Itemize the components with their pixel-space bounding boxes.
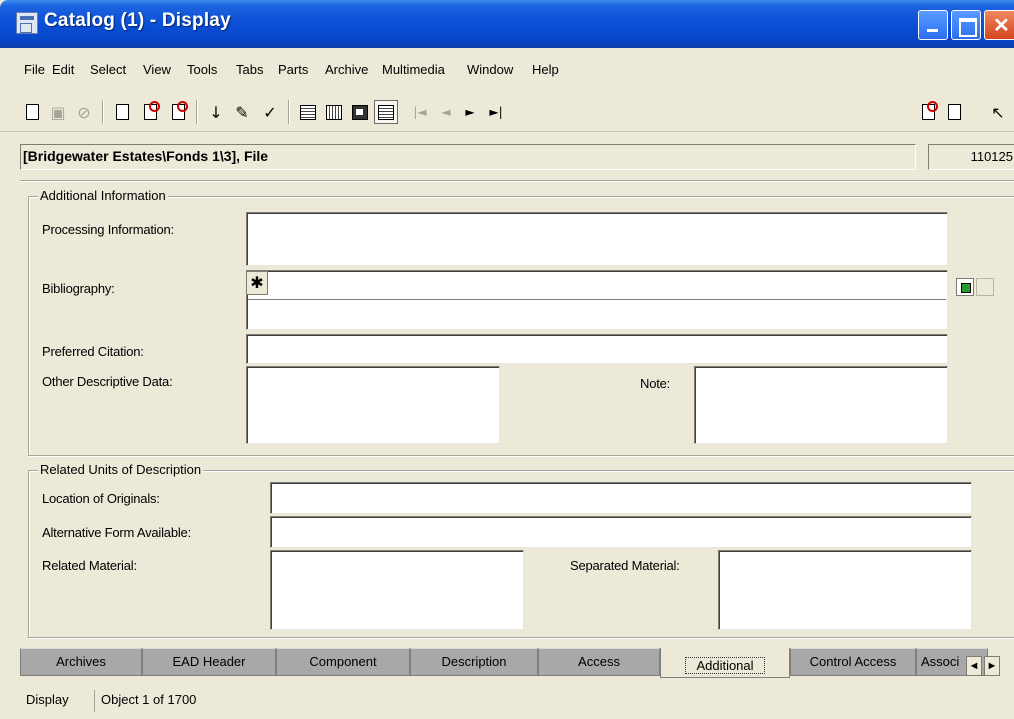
- bibliography-field[interactable]: [246, 270, 948, 330]
- status-bar: Display Object 1 of 1700: [20, 686, 1014, 716]
- related-material-label: Related Material:: [42, 558, 137, 573]
- save-icon[interactable]: ▣: [48, 102, 68, 122]
- new-row-marker-icon: ✱: [246, 271, 268, 295]
- other-descriptive-data-label: Other Descriptive Data:: [42, 374, 173, 389]
- preferred-citation-label: Preferred Citation:: [42, 344, 144, 359]
- spellcheck-icon[interactable]: ✓: [260, 102, 280, 122]
- status-mode: Display: [26, 692, 69, 707]
- list-view-icon[interactable]: [350, 102, 370, 122]
- delete-record-icon[interactable]: [140, 101, 160, 122]
- status-position: Object 1 of 1700: [94, 690, 394, 712]
- separated-material-label: Separated Material:: [570, 558, 680, 573]
- form-view-icon[interactable]: [298, 102, 318, 122]
- previous-record-icon[interactable]: ◄: [436, 102, 456, 122]
- location-of-originals-field[interactable]: [270, 482, 972, 514]
- other-descriptive-data-field[interactable]: [246, 366, 500, 444]
- toolbar: ▣ ⊘ ↓ ✎ ✓ |◄ ◄ ► ►| ↖: [0, 90, 1014, 132]
- new-record-icon[interactable]: [168, 101, 188, 122]
- record-number-box: 110125: [928, 144, 1014, 170]
- tab-label: Component: [309, 654, 377, 669]
- note-field[interactable]: [694, 366, 948, 444]
- tab-control-access[interactable]: Control Access: [790, 648, 916, 676]
- location-of-originals-label: Location of Originals:: [42, 491, 160, 506]
- tab-label: Archives: [56, 654, 106, 669]
- tab-scroll-right-icon[interactable]: ►: [984, 656, 1000, 676]
- minimize-button[interactable]: [918, 10, 948, 40]
- new-icon[interactable]: [22, 102, 42, 122]
- tab-label: Additional: [685, 657, 765, 674]
- divider: [20, 180, 1014, 182]
- copy-icon[interactable]: [944, 102, 964, 122]
- tab-additional[interactable]: Additional: [660, 648, 790, 678]
- edit-icon[interactable]: ✎: [232, 102, 252, 122]
- grid-view-icon[interactable]: [324, 102, 344, 122]
- separated-material-field[interactable]: [718, 550, 972, 630]
- edit-record-icon[interactable]: [112, 102, 132, 122]
- record-path: [Bridgewater Estates\Fonds 1\3], File: [23, 148, 269, 164]
- processing-information-field[interactable]: [246, 212, 948, 266]
- menu-select[interactable]: Select: [90, 62, 126, 77]
- close-button[interactable]: [984, 10, 1014, 40]
- related-units-title: Related Units of Description: [38, 462, 204, 477]
- tab-label: Control Access: [809, 654, 897, 669]
- help-pointer-icon[interactable]: ↖: [988, 102, 1008, 122]
- alternative-form-label: Alternative Form Available:: [42, 525, 191, 540]
- tab-strip: Archives EAD Header Component Descriptio…: [20, 648, 1014, 678]
- tab-ead-header[interactable]: EAD Header: [142, 648, 276, 676]
- menu-edit[interactable]: Edit: [52, 62, 74, 77]
- menu-help[interactable]: Help: [532, 62, 559, 77]
- menu-archive[interactable]: Archive: [325, 62, 368, 77]
- report-icon[interactable]: [918, 101, 938, 122]
- toolbar-separator: [196, 100, 198, 124]
- add-bibliography-icon[interactable]: [956, 278, 974, 296]
- processing-information-label: Processing Information:: [42, 222, 174, 237]
- tab-label: Access: [578, 654, 620, 669]
- menu-parts[interactable]: Parts: [278, 62, 308, 77]
- alternative-form-field[interactable]: [270, 516, 972, 548]
- remove-bibliography-icon[interactable]: [976, 278, 994, 296]
- toolbar-separator: [102, 100, 104, 124]
- menu-multimedia[interactable]: Multimedia: [382, 62, 445, 77]
- menu-window[interactable]: Window: [467, 62, 513, 77]
- page-view-icon[interactable]: [374, 100, 398, 124]
- record-path-bar: [Bridgewater Estates\Fonds 1\3], File: [20, 144, 916, 170]
- menu-tools[interactable]: Tools: [187, 62, 217, 77]
- preferred-citation-field[interactable]: [246, 334, 948, 364]
- tab-scroll-left-icon[interactable]: ◄: [966, 656, 982, 676]
- tab-archives[interactable]: Archives: [20, 648, 142, 676]
- record-number: 110125: [970, 149, 1013, 164]
- additional-information-title: Additional Information: [38, 188, 168, 203]
- catalog-app-icon: [16, 12, 38, 34]
- tab-description[interactable]: Description: [410, 648, 538, 676]
- next-record-icon[interactable]: ►: [460, 102, 480, 122]
- note-label: Note:: [640, 376, 671, 391]
- first-record-icon[interactable]: |◄: [410, 102, 430, 122]
- bibliography-row-divider: [248, 299, 946, 300]
- window-title: Catalog (1) - Display: [44, 10, 231, 31]
- sort-icon[interactable]: ↓: [206, 102, 226, 122]
- menu-tabs[interactable]: Tabs: [236, 62, 263, 77]
- bibliography-label: Bibliography:: [42, 281, 115, 296]
- cancel-icon[interactable]: ⊘: [74, 102, 94, 122]
- menu-file[interactable]: File: [24, 62, 45, 77]
- tab-label: Description: [441, 654, 507, 669]
- last-record-icon[interactable]: ►|: [486, 102, 506, 122]
- tab-component[interactable]: Component: [276, 648, 410, 676]
- tab-label: EAD Header: [172, 654, 246, 669]
- tab-access[interactable]: Access: [538, 648, 660, 676]
- tab-label: Associ: [921, 654, 960, 669]
- toolbar-separator: [288, 100, 290, 124]
- related-material-field[interactable]: [270, 550, 524, 630]
- maximize-button[interactable]: [951, 10, 981, 40]
- catalog-window: Catalog (1) - Display File Edit Select V…: [0, 0, 1014, 719]
- menu-view[interactable]: View: [143, 62, 171, 77]
- title-bar[interactable]: Catalog (1) - Display: [0, 0, 1014, 48]
- menu-bar: File Edit Select View Tools Tabs Parts A…: [0, 48, 1014, 90]
